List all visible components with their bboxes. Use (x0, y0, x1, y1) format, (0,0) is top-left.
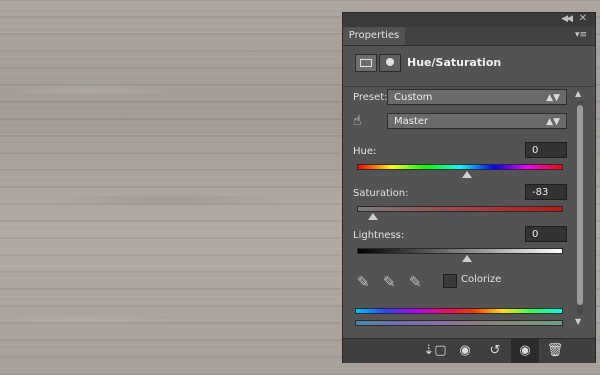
panel-bottom-toolbar: ⇣▢ ◉ ↺ ◉ 🗑 (343, 338, 595, 363)
view-previous-icon[interactable]: ◉ (451, 339, 479, 363)
mask-icon[interactable] (379, 54, 401, 72)
saturation-slider-thumb[interactable] (368, 213, 378, 220)
visibility-eye-icon[interactable]: ◉ (511, 339, 539, 363)
menu-icon[interactable]: ▾≡ (575, 30, 587, 40)
scroll-thumb[interactable] (577, 105, 583, 305)
panel-title: Hue/Saturation (407, 56, 502, 69)
eyedropper-plus-icon[interactable]: ✎ (383, 273, 401, 291)
reset-icon[interactable]: ↺ (481, 339, 509, 363)
panel-header: Hue/Saturation (343, 46, 595, 87)
saturation-slider-track[interactable] (357, 206, 563, 212)
panel-scrollbar[interactable]: ▲ ▼ (575, 89, 585, 329)
trash-icon[interactable]: 🗑 (541, 339, 569, 363)
lightness-slider-track[interactable] (357, 248, 563, 254)
preset-label: Preset: (353, 92, 388, 103)
properties-panel: ◀◀ ✕ Properties ▾≡ Hue/Saturation Preset… (342, 12, 596, 363)
lightness-slider-thumb[interactable] (462, 255, 472, 262)
lightness-label: Lightness: (353, 230, 405, 241)
saturation-label: Saturation: (353, 188, 409, 199)
hue-slider-track[interactable] (357, 164, 563, 170)
hue-label: Hue: (353, 146, 377, 157)
collapse-icon[interactable]: ◀◀ (561, 14, 573, 24)
output-spectrum-bar (355, 320, 563, 326)
panel-topbar: ◀◀ ✕ (343, 13, 595, 27)
clip-to-layer-icon[interactable]: ⇣▢ (421, 339, 449, 363)
colorize-checkbox[interactable] (443, 274, 457, 288)
input-spectrum-bar (355, 308, 563, 314)
select-arrow-icon: ▲▼ (546, 117, 560, 127)
tab-properties[interactable]: Properties (343, 27, 405, 45)
preset-select[interactable]: Custom ▲▼ (387, 89, 567, 105)
panel-tabbar: Properties ▾≡ (343, 27, 595, 46)
saturation-value-field[interactable]: -83 (525, 184, 567, 200)
eyedropper-icon[interactable]: ✎ (357, 273, 375, 291)
targeted-adjustment-icon[interactable]: ☝ (353, 113, 371, 129)
lightness-value-field[interactable]: 0 (525, 226, 567, 242)
eyedropper-minus-icon[interactable]: ✎ (409, 273, 427, 291)
channel-select[interactable]: Master ▲▼ (387, 113, 567, 129)
close-icon[interactable]: ✕ (579, 13, 587, 24)
hue-slider-thumb[interactable] (462, 171, 472, 178)
adjustment-icon[interactable] (355, 54, 377, 72)
preset-value: Custom (394, 92, 433, 103)
select-arrow-icon: ▲▼ (546, 93, 560, 103)
channel-value: Master (394, 116, 429, 127)
hue-value-field[interactable]: 0 (525, 142, 567, 158)
scroll-down-icon[interactable]: ▼ (575, 317, 581, 326)
scroll-up-icon[interactable]: ▲ (575, 89, 581, 98)
colorize-label: Colorize (461, 274, 502, 285)
